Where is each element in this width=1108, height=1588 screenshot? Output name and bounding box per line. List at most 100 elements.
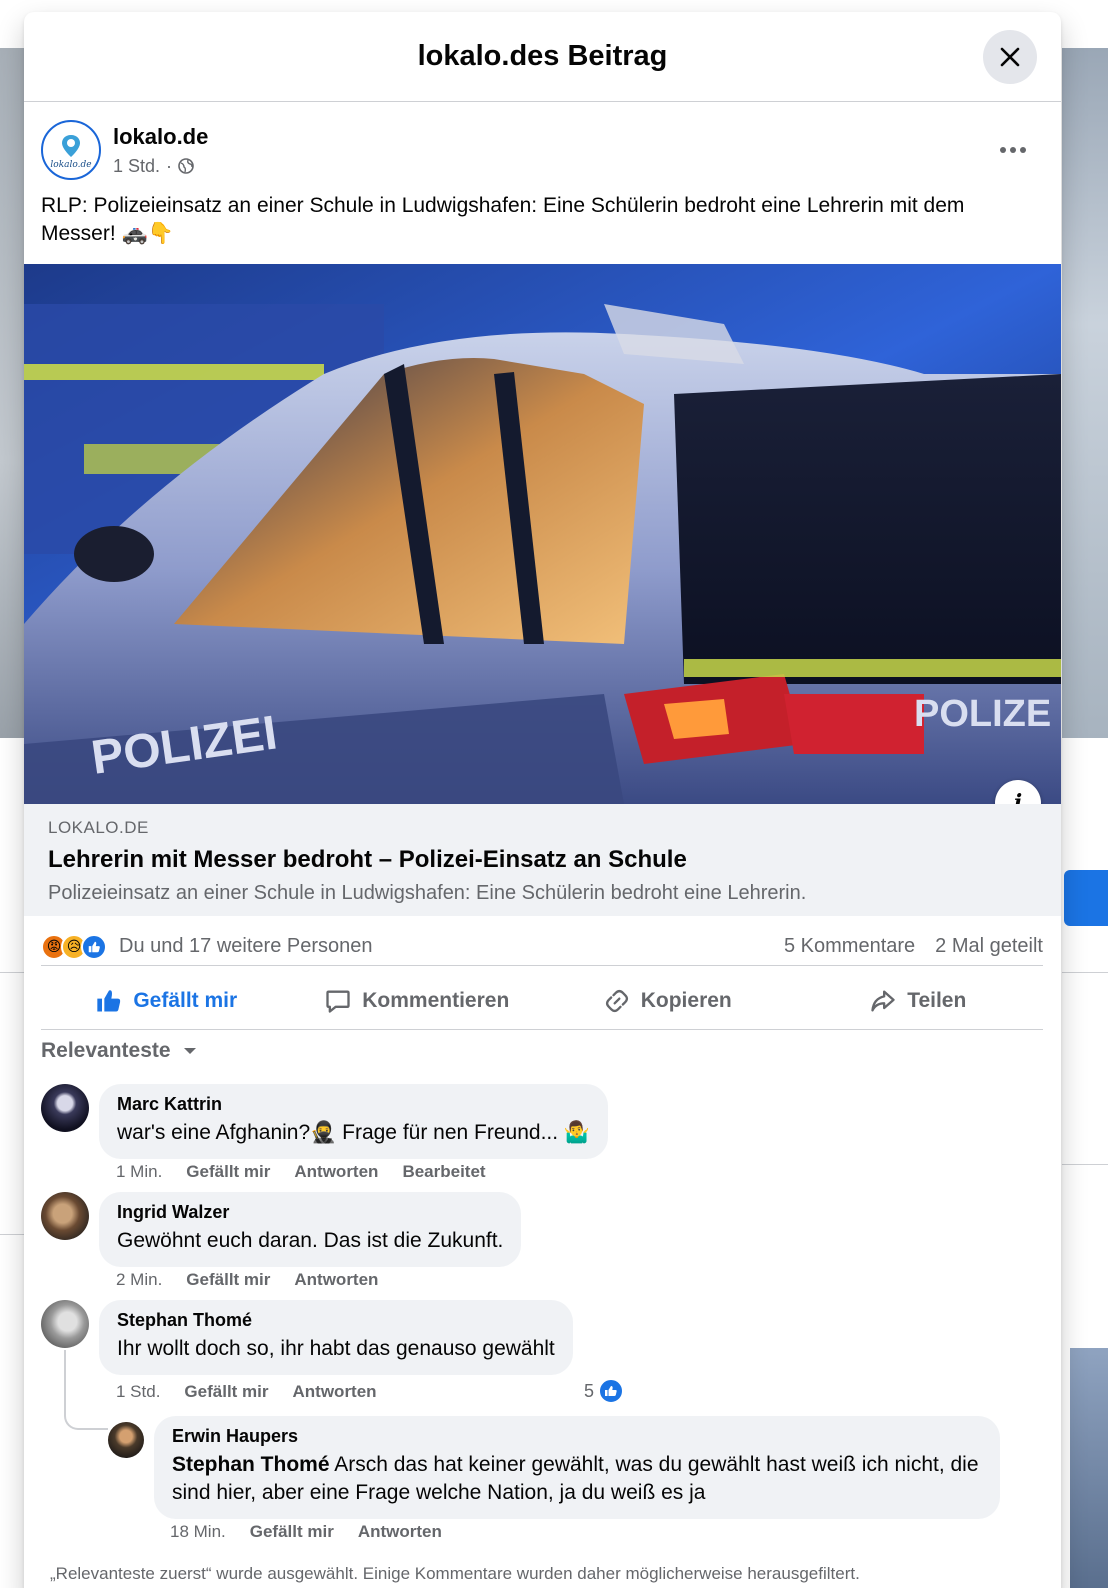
comment-meta: 2 Min. Gefällt mir Antworten: [116, 1270, 378, 1290]
dot-icon: [1020, 147, 1026, 153]
thread-connector: [64, 1350, 108, 1430]
meta-separator: ·: [166, 155, 173, 176]
page-name[interactable]: lokalo.de: [113, 124, 208, 150]
comment-sort-dropdown[interactable]: Relevanteste: [41, 1039, 197, 1063]
avatar[interactable]: [41, 1300, 89, 1348]
link-domain: LOKALO.DE: [48, 818, 149, 837]
background-cover-photo-right: [1062, 48, 1108, 738]
like-button[interactable]: Gefällt mir: [41, 972, 292, 1029]
comment-author[interactable]: Marc Kattrin: [117, 1094, 590, 1115]
share-count[interactable]: 2 Mal geteilt: [935, 935, 1043, 958]
like-label: Gefällt mir: [133, 988, 238, 1012]
comment-meta: 1 Std. Gefällt mir Antworten: [116, 1382, 377, 1402]
car-label-right: POLIZE: [914, 693, 1051, 735]
comment-icon: [326, 990, 350, 1013]
background-divider: [1062, 972, 1108, 973]
comment-reply-button[interactable]: Antworten: [294, 1270, 378, 1290]
close-icon: [1000, 47, 1020, 67]
comment-bubble: Erwin Haupers Stephan Thomé Arsch das ha…: [154, 1416, 1000, 1519]
comment-like-button[interactable]: Gefällt mir: [186, 1162, 270, 1182]
dialog-header: lokalo.des Beitrag: [24, 12, 1061, 102]
link-title[interactable]: Lehrerin mit Messer bedroht – Polizei-Ei…: [48, 846, 1037, 874]
post-actions: Gefällt mir Kommentieren Kopieren Teilen: [41, 972, 1043, 1030]
comment-reply-button[interactable]: Antworten: [293, 1382, 377, 1402]
mention-link[interactable]: Stephan Thomé: [172, 1453, 330, 1476]
comment-bubble: Marc Kattrin war's eine Afghanin?🥷 Frage…: [99, 1084, 609, 1159]
background-cover-photo: [0, 48, 24, 738]
comment-reply-button[interactable]: Antworten: [294, 1162, 378, 1182]
comment-text: Ihr wollt doch so, ihr habt das genauso …: [117, 1337, 555, 1360]
avatar[interactable]: [41, 1192, 89, 1240]
comment-bubble: Stephan Thomé Ihr wollt doch so, ihr hab…: [99, 1300, 573, 1375]
comment-time[interactable]: 18 Min.: [170, 1522, 226, 1542]
filter-note: „Relevanteste zuerst“ wurde ausgewählt. …: [50, 1564, 860, 1583]
comment-meta: 18 Min. Gefällt mir Antworten: [170, 1522, 442, 1542]
comment-meta: 1 Min. Gefällt mir Antworten Bearbeitet: [116, 1162, 486, 1182]
comment-edited-label[interactable]: Bearbeitet: [402, 1162, 485, 1182]
dot-icon: [1000, 147, 1006, 153]
comment-count[interactable]: 5 Kommentare: [784, 935, 915, 958]
dialog-title: lokalo.des Beitrag: [417, 40, 668, 72]
comment: Ingrid Walzer Gewöhnt euch daran. Das is…: [41, 1192, 522, 1267]
post-stats: 😡 😥 Du und 17 weitere Personen 5 Komment…: [41, 928, 1043, 966]
caret-down-icon: [183, 1048, 196, 1054]
comment: Stephan Thomé Ihr wollt doch so, ihr hab…: [41, 1300, 573, 1375]
police-car-photo: POLIZEI POLIZE: [24, 264, 1061, 804]
reaction-icons[interactable]: 😡 😥: [41, 933, 107, 960]
thumbs-up-icon: [97, 989, 121, 1011]
comment-time[interactable]: 1 Std.: [116, 1382, 160, 1402]
copy-label: Kopieren: [640, 988, 732, 1012]
comment: Marc Kattrin war's eine Afghanin?🥷 Frage…: [41, 1084, 609, 1159]
globe-icon: [178, 158, 194, 174]
share-button[interactable]: Teilen: [793, 972, 1044, 1029]
svg-text:lokalo.de: lokalo.de: [50, 160, 91, 170]
reactions-summary[interactable]: Du und 17 weitere Personen: [119, 935, 373, 958]
avatar[interactable]: [108, 1422, 144, 1458]
link-description: Polizeieinsatz an einer Schule in Ludwig…: [48, 882, 807, 904]
dot-icon: [1010, 147, 1016, 153]
page-avatar[interactable]: lokalo.de: [41, 120, 101, 180]
sort-label: Relevanteste: [41, 1039, 171, 1062]
background-image: [1070, 1348, 1108, 1588]
post-text: RLP: Polizeieinsatz an einer Schule in L…: [41, 194, 965, 245]
background-divider: [1062, 1164, 1108, 1165]
comment-label: Kommentieren: [362, 988, 510, 1012]
like-reaction-icon: [598, 1378, 625, 1404]
post-time[interactable]: 1 Std.: [113, 156, 160, 177]
background-button: [1064, 870, 1108, 926]
link-icon: [605, 989, 628, 1012]
comment-like-button[interactable]: Gefällt mir: [184, 1382, 268, 1402]
post-header: lokalo.de lokalo.de 1 Std. ·: [41, 120, 208, 180]
more-options-button[interactable]: [993, 140, 1033, 160]
background-divider: [0, 1234, 24, 1235]
copy-link-button[interactable]: Kopieren: [542, 972, 793, 1029]
post-dialog: lokalo.des Beitrag lokalo.de lokalo.de 1…: [24, 12, 1061, 1588]
comment-author[interactable]: Ingrid Walzer: [117, 1202, 503, 1223]
like-reaction-icon: [81, 933, 107, 960]
comment-button[interactable]: Kommentieren: [292, 972, 543, 1029]
comment-text: Stephan Thomé Arsch das hat keiner gewäh…: [172, 1451, 982, 1507]
comment-like-count[interactable]: 5: [584, 1378, 625, 1404]
comment-author[interactable]: Stephan Thomé: [117, 1310, 555, 1331]
link-preview-card[interactable]: LOKALO.DE Lehrerin mit Messer bedroht – …: [24, 804, 1061, 916]
avatar[interactable]: [41, 1084, 89, 1132]
comment-like-number: 5: [584, 1380, 595, 1401]
post-image[interactable]: POLIZEI POLIZE: [24, 264, 1061, 804]
comment-reply-button[interactable]: Antworten: [358, 1522, 442, 1542]
reply-comment: Erwin Haupers Stephan Thomé Arsch das ha…: [108, 1416, 1000, 1519]
comment-bubble: Ingrid Walzer Gewöhnt euch daran. Das is…: [99, 1192, 522, 1267]
comment-time[interactable]: 1 Min.: [116, 1162, 162, 1182]
post-meta: 1 Std. ·: [113, 156, 208, 177]
background-divider: [0, 972, 24, 973]
comment-like-button[interactable]: Gefällt mir: [186, 1270, 270, 1290]
comment-text: war's eine Afghanin?🥷 Frage für nen Freu…: [117, 1121, 591, 1144]
comment-like-button[interactable]: Gefällt mir: [250, 1522, 334, 1542]
comment-time[interactable]: 2 Min.: [116, 1270, 162, 1290]
close-button[interactable]: [983, 30, 1037, 84]
share-icon: [871, 990, 895, 1011]
comment-text: Gewöhnt euch daran. Das ist die Zukunft.: [117, 1229, 504, 1252]
stats-right: 5 Kommentare 2 Mal geteilt: [784, 935, 1043, 958]
comment-author[interactable]: Erwin Haupers: [172, 1426, 982, 1447]
share-label: Teilen: [907, 988, 967, 1012]
lokalo-logo-icon: lokalo.de: [50, 135, 92, 170]
